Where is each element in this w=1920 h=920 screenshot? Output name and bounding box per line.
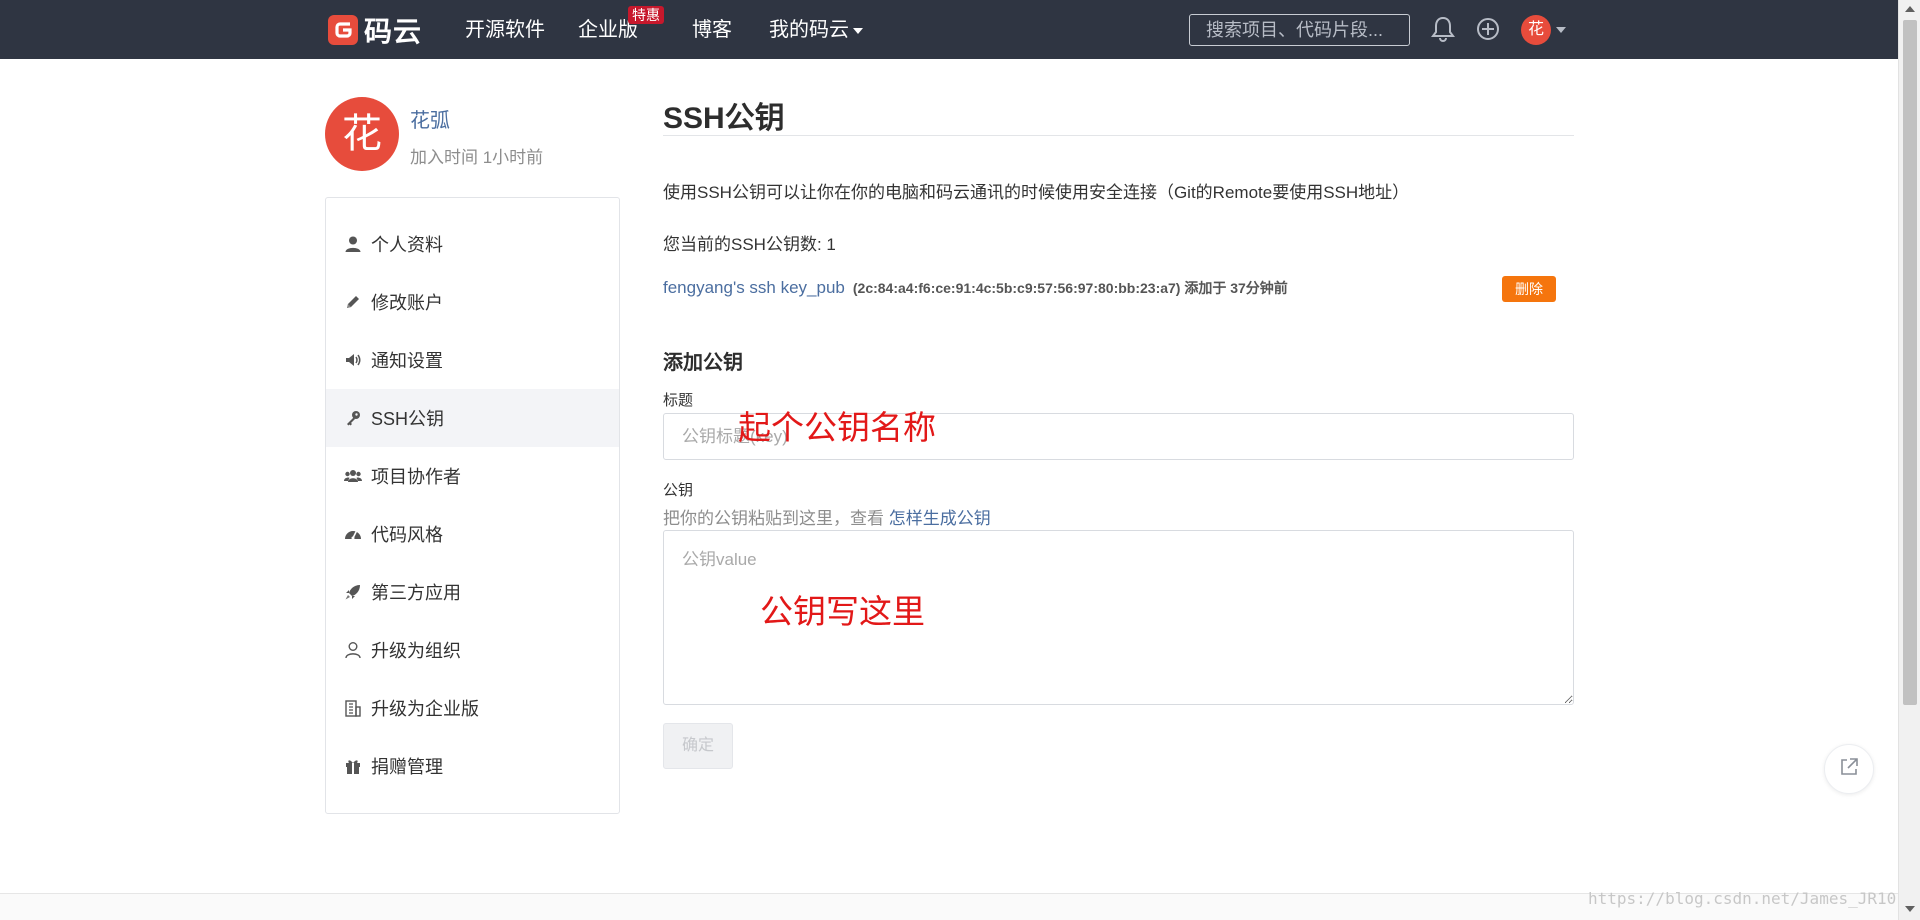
pencil-icon — [344, 293, 362, 311]
key-title-input[interactable] — [663, 413, 1574, 460]
user-icon — [344, 235, 362, 253]
special-offer-badge: 特惠 — [628, 6, 664, 24]
sidebar-item-label: 项目协作者 — [371, 467, 461, 487]
key-hint-text: 把你的公钥粘贴到这里，查看 — [663, 509, 889, 528]
scroll-up-icon[interactable] — [1905, 6, 1915, 12]
csdn-watermark: https://blog.csdn.net/James_JR10 — [1588, 889, 1897, 908]
page-title: SSH公钥 — [663, 102, 785, 135]
sidebar-item-third-party-apps[interactable]: 第三方应用 — [326, 563, 619, 621]
ssh-description: 使用SSH公钥可以让你在你的电脑和码云通讯的时候使用安全连接（Git的Remot… — [663, 183, 1410, 202]
gitee-logo-icon — [328, 15, 358, 45]
key-value-textarea[interactable] — [663, 530, 1574, 705]
add-key-section-title: 添加公钥 — [663, 352, 743, 374]
sidebar-item-upgrade-org[interactable]: 升级为组织 — [326, 621, 619, 679]
chevron-down-icon — [853, 27, 863, 34]
bell-icon[interactable] — [1429, 14, 1457, 44]
logo-text: 码云 — [364, 16, 423, 47]
nav-item-my-gitee-label: 我的码云 — [769, 19, 849, 41]
ssh-key-name[interactable]: fengyang's ssh key_pub — [663, 278, 845, 297]
sidebar-item-label: 个人资料 — [371, 235, 443, 255]
dashboard-icon — [344, 525, 362, 543]
sidebar-item-label: 修改账户 — [371, 293, 443, 313]
ssh-key-count: 您当前的SSH公钥数: 1 — [663, 235, 836, 254]
scroll-thumb[interactable] — [1903, 20, 1917, 705]
share-button[interactable] — [1824, 744, 1874, 794]
title-divider — [663, 135, 1574, 136]
sidebar-item-code-style[interactable]: 代码风格 — [326, 505, 619, 563]
sidebar-item-profile[interactable]: 个人资料 — [326, 215, 619, 273]
ssh-key-fingerprint: (2c:84:a4:f6:ce:91:4c:5b:c9:57:56:97:80:… — [852, 280, 1288, 296]
sidebar-item-label: 升级为组织 — [371, 641, 461, 661]
ssh-key-row: fengyang's ssh key_pub (2c:84:a4:f6:ce:91… — [663, 278, 1288, 298]
key-icon — [344, 409, 362, 427]
share-icon — [1838, 756, 1860, 783]
nav-item-open-source[interactable]: 开源软件 — [465, 17, 545, 43]
rocket-icon — [344, 583, 362, 601]
users-icon — [344, 467, 362, 485]
sidebar-item-upgrade-enterprise[interactable]: 升级为企业版 — [326, 679, 619, 737]
user-avatar-menu[interactable]: 花 — [1521, 15, 1551, 45]
sidebar-item-label: 捐赠管理 — [371, 757, 443, 777]
speaker-icon — [344, 351, 362, 369]
plus-circle-icon[interactable] — [1474, 14, 1502, 44]
top-navbar: 码云 开源软件 企业版 特惠 博客 我的码云 搜索项目、代码片段... 花 — [0, 0, 1898, 59]
scroll-down-icon[interactable] — [1905, 906, 1915, 912]
sidebar-item-label: 代码风格 — [371, 525, 443, 545]
submit-button[interactable]: 确定 — [663, 723, 733, 769]
sidebar-item-notifications[interactable]: 通知设置 — [326, 331, 619, 389]
sidebar-item-label: 第三方应用 — [371, 583, 461, 603]
sidebar-item-label: 升级为企业版 — [371, 699, 479, 719]
delete-key-button[interactable]: 删除 — [1502, 276, 1556, 302]
settings-sidebar: 个人资料 修改账户 通知设置 SSH公钥 项目协作者 代码风格 第三方应用 升级… — [325, 197, 620, 814]
sidebar-item-account[interactable]: 修改账户 — [326, 273, 619, 331]
sidebar-item-collaborators[interactable]: 项目协作者 — [326, 447, 619, 505]
nav-item-my-gitee[interactable]: 我的码云 — [769, 17, 863, 43]
nav-item-blog[interactable]: 博客 — [692, 17, 732, 43]
profile-avatar: 花 — [325, 97, 399, 171]
avatar-chevron-down-icon[interactable] — [1556, 27, 1566, 33]
how-to-generate-key-link[interactable]: 怎样生成公钥 — [889, 509, 991, 528]
sidebar-item-label: 通知设置 — [371, 351, 443, 371]
sidebar-item-label: SSH公钥 — [371, 409, 445, 429]
profile-name[interactable]: 花弧 — [410, 104, 450, 133]
user-outline-icon — [344, 641, 362, 659]
building-icon — [344, 699, 362, 717]
site-logo[interactable]: 码云 — [328, 13, 422, 47]
key-value-label: 公钥 — [663, 482, 694, 499]
gift-icon — [344, 757, 362, 775]
key-hint: 把你的公钥粘贴到这里，查看 怎样生成公钥 — [663, 504, 991, 529]
search-input[interactable]: 搜索项目、代码片段... — [1189, 14, 1410, 46]
sidebar-item-ssh-keys[interactable]: SSH公钥 — [326, 389, 619, 447]
profile-join-time: 加入时间 1小时前 — [410, 148, 544, 167]
key-title-label: 标题 — [663, 392, 694, 409]
sidebar-item-donations[interactable]: 捐赠管理 — [326, 737, 619, 795]
page-scrollbar[interactable] — [1898, 0, 1920, 920]
